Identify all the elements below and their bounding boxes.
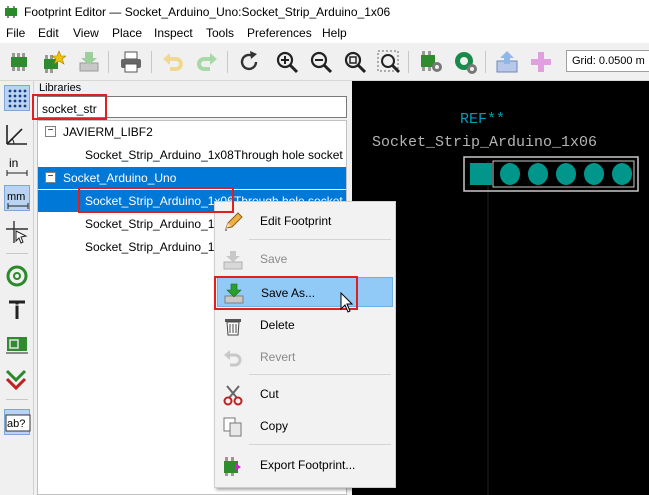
pad[interactable] — [528, 163, 548, 185]
title-bar: Footprint Editor — Socket_Arduino_Uno:So… — [0, 0, 649, 24]
scissors-icon — [222, 384, 244, 406]
menu-item-cut[interactable]: Cut — [217, 379, 393, 409]
menu-item-edit-footprint[interactable]: Edit Footprint — [217, 206, 393, 236]
pad-sketch-icon[interactable] — [4, 263, 30, 289]
menu-help[interactable]: Help — [322, 26, 347, 40]
menu-item-save: Save — [217, 244, 393, 274]
trash-icon — [222, 315, 244, 337]
collapse-icon[interactable]: − — [45, 126, 56, 137]
annotation-highlight-save-as — [214, 276, 358, 310]
annotation-highlight-search — [32, 94, 107, 120]
export-icon — [222, 455, 244, 477]
units-mm-icon[interactable]: mm — [4, 185, 30, 211]
menu-item-label: Copy — [260, 419, 289, 433]
pads — [470, 163, 632, 185]
zoom-selection-icon[interactable] — [376, 49, 402, 75]
menu-item-delete[interactable]: Delete — [217, 310, 393, 340]
refresh-icon[interactable] — [236, 49, 262, 75]
menu-file[interactable]: File — [6, 26, 25, 40]
graphic-sketch-icon[interactable] — [4, 331, 30, 357]
collapse-icon[interactable]: − — [45, 172, 56, 183]
menu-item-label: Export Footprint... — [260, 458, 356, 472]
context-menu: Edit Footprint Save Save As... Delete Re… — [214, 201, 396, 488]
menu-item-label: Revert — [260, 350, 296, 364]
undo-icon[interactable] — [160, 49, 186, 75]
redo-icon[interactable] — [194, 49, 220, 75]
svg-text:ab?: ab? — [7, 418, 25, 430]
menu-preferences[interactable]: Preferences — [247, 26, 312, 40]
zoom-in-icon[interactable] — [274, 49, 300, 75]
svg-text:in: in — [9, 156, 18, 170]
footprint-canvas[interactable]: REF** Socket_Strip_Arduino_1x06 — [352, 81, 649, 495]
value-text: Socket_Strip_Arduino_1x06 — [372, 134, 597, 151]
menu-item-revert: Revert — [217, 342, 393, 372]
menu-inspect[interactable]: Inspect — [154, 26, 193, 40]
units-inches-icon[interactable]: in — [4, 153, 30, 179]
insert-into-board-icon[interactable] — [528, 49, 554, 75]
tree-item-name: Socket_Strip_Arduino_1x — [85, 217, 221, 231]
canvas-drawing: REF** Socket_Strip_Arduino_1x06 — [372, 111, 639, 495]
tree-item-description: Through hole socket — [234, 148, 343, 162]
libraries-label: Libraries — [39, 82, 82, 94]
text-display-icon[interactable]: ab? — [4, 409, 31, 435]
pad[interactable] — [556, 163, 576, 185]
menu-tools[interactable]: Tools — [206, 26, 234, 40]
full-crosshair-icon[interactable] — [4, 219, 30, 245]
zoom-fit-icon[interactable] — [342, 49, 368, 75]
menu-item-label: Edit Footprint — [260, 214, 332, 228]
grid-select[interactable]: Grid: 0.0500 m — [566, 50, 649, 72]
window-title: Footprint Editor — Socket_Arduino_Uno:So… — [24, 5, 391, 19]
top-toolbar — [0, 43, 649, 81]
menu-edit[interactable]: Edit — [38, 26, 59, 40]
grid-toggle-icon[interactable] — [4, 85, 30, 111]
pad-settings-icon[interactable] — [418, 49, 444, 75]
app-icon — [5, 6, 17, 18]
menu-place[interactable]: Place — [112, 26, 142, 40]
mouse-cursor-icon — [340, 292, 354, 313]
tree-item-name: Socket_Strip_Arduino_1x08 — [85, 148, 234, 162]
left-toolbar: in mm ab? — [0, 81, 34, 495]
menu-item-label: Cut — [260, 387, 279, 401]
footprint-check-icon[interactable] — [452, 49, 478, 75]
revert-icon — [222, 347, 244, 369]
menu-item-export-footprint[interactable]: Export Footprint... — [217, 450, 393, 480]
load-from-board-icon[interactable] — [494, 49, 520, 75]
zoom-out-icon[interactable] — [308, 49, 334, 75]
pad[interactable] — [500, 163, 520, 185]
pad[interactable] — [584, 163, 604, 185]
tree-item-name: Socket_Strip_Arduino_1x — [85, 240, 221, 254]
menu-bar: File Edit View Place Inspect Tools Prefe… — [0, 24, 649, 43]
svg-text:mm: mm — [7, 191, 25, 203]
tree-row-library[interactable]: − Socket_Arduino_Uno — [38, 167, 346, 189]
polar-coords-icon[interactable] — [4, 121, 30, 147]
new-footprint-icon[interactable] — [6, 49, 32, 75]
highcontrast-icon[interactable] — [4, 365, 30, 391]
tree-row-library[interactable]: − JAVIERM_LIBF2 — [38, 121, 346, 143]
save-disabled-icon — [222, 249, 244, 271]
pad[interactable] — [612, 163, 632, 185]
tree-row-footprint[interactable]: Socket_Strip_Arduino_1x08 Through hole s… — [38, 144, 346, 166]
menu-item-copy[interactable]: Copy — [217, 411, 393, 441]
copy-icon — [222, 416, 244, 438]
pad[interactable] — [470, 163, 492, 185]
menu-view[interactable]: View — [73, 26, 99, 40]
menu-item-label: Save — [260, 252, 288, 266]
tree-item-name: JAVIERM_LIBF2 — [63, 125, 153, 139]
text-sketch-icon[interactable] — [4, 297, 30, 323]
footprint-wizard-icon[interactable] — [40, 49, 67, 75]
annotation-highlight-footprint — [78, 187, 234, 213]
save-icon[interactable] — [76, 49, 102, 75]
ref-text: REF** — [460, 111, 505, 128]
menu-item-label: Delete — [260, 318, 295, 332]
print-icon[interactable] — [118, 49, 144, 75]
tree-item-name: Socket_Arduino_Uno — [63, 171, 177, 185]
pencil-icon — [222, 211, 244, 233]
